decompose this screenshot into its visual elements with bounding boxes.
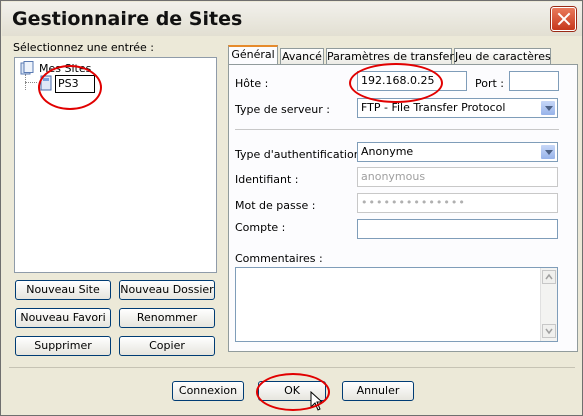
site-tree[interactable]: Mes Sites PS3: [14, 57, 217, 273]
comments-textarea[interactable]: [235, 267, 558, 342]
server-type-label: Type de serveur :: [235, 103, 331, 116]
tab-transfer-settings[interactable]: Paramètres de transfert: [326, 48, 458, 64]
tree-line: [25, 82, 37, 83]
mouse-cursor-icon: [310, 390, 326, 413]
password-label: Mot de passe :: [235, 199, 316, 212]
select-entry-label: Sélectionnez une entrée :: [13, 41, 154, 54]
copy-button[interactable]: Copier: [119, 336, 215, 356]
site-name-edit[interactable]: PS3: [55, 75, 95, 93]
delete-button[interactable]: Supprimer: [15, 336, 111, 356]
tab-advanced[interactable]: Avancé: [280, 48, 324, 64]
account-label: Compte :: [235, 221, 286, 234]
sites-folder-icon: [20, 61, 34, 75]
comments-scrollbar[interactable]: [540, 268, 557, 341]
chevron-down-icon[interactable]: [540, 144, 556, 160]
site-icon: [39, 75, 53, 91]
new-bookmark-button[interactable]: Nouveau Favori: [15, 308, 111, 328]
close-icon[interactable]: [551, 7, 576, 31]
scroll-up-icon[interactable]: [542, 270, 556, 284]
server-type-select[interactable]: FTP - File Transfer Protocol: [357, 98, 558, 118]
tab-general[interactable]: Général: [228, 45, 278, 64]
account-input[interactable]: [357, 219, 558, 239]
footer-separator: [9, 367, 575, 368]
site-manager-window: Gestionnaire de Sites Sélectionnez une e…: [0, 0, 583, 416]
chevron-down-icon[interactable]: [540, 100, 556, 116]
new-folder-button[interactable]: Nouveau Dossier: [119, 280, 215, 300]
user-input[interactable]: anonymous: [357, 167, 558, 187]
host-input[interactable]: 192.168.0.25: [357, 71, 467, 91]
password-input[interactable]: ••••••••••••••: [357, 193, 558, 213]
rename-button[interactable]: Renommer: [119, 308, 215, 328]
cancel-button[interactable]: Annuler: [342, 381, 414, 401]
title-bar[interactable]: Gestionnaire de Sites: [2, 2, 582, 36]
auth-type-value: Anonyme: [361, 145, 414, 158]
host-label: Hôte :: [235, 77, 269, 90]
window-title: Gestionnaire de Sites: [12, 8, 243, 30]
tab-charset[interactable]: Jeu de caractères: [454, 48, 551, 64]
auth-type-select[interactable]: Anonyme: [357, 142, 558, 162]
auth-type-label: Type d'authentification :: [235, 148, 368, 161]
new-site-button[interactable]: Nouveau Site: [15, 280, 111, 300]
port-label: Port :: [475, 77, 505, 90]
tree-root-label[interactable]: Mes Sites: [39, 62, 91, 75]
user-label: Identifiant :: [235, 173, 299, 186]
server-type-value: FTP - File Transfer Protocol: [361, 101, 506, 114]
port-input[interactable]: [509, 71, 559, 91]
separator: [235, 129, 559, 130]
scroll-down-icon[interactable]: [542, 324, 556, 338]
connect-button[interactable]: Connexion: [172, 381, 244, 401]
comments-label: Commentaires :: [235, 252, 323, 265]
